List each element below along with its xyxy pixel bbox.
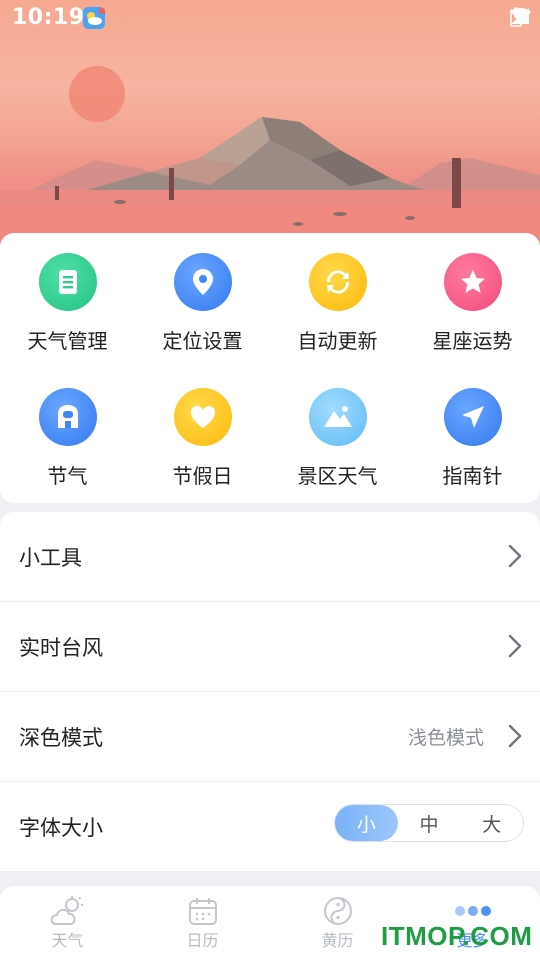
weather-app-icon: [83, 7, 105, 29]
chevron-right-icon: [508, 724, 522, 748]
font-size-small-option[interactable]: 小: [335, 805, 398, 841]
nav-label: 天气: [51, 931, 84, 950]
feature-label: 节气: [47, 464, 88, 488]
status-time: 10:19: [12, 5, 85, 30]
solar-term-icon: [38, 388, 97, 446]
feature-scenic-weather[interactable]: 景区天气: [270, 368, 405, 498]
star-icon: [443, 253, 502, 311]
settings-row-dark-mode[interactable]: 深色模式 浅色模式: [0, 692, 540, 782]
dark-mode-value: 浅色模式: [407, 727, 484, 749]
feature-label: 定位设置: [162, 329, 243, 353]
compass-arrow-icon: [443, 388, 502, 446]
feature-label: 指南针: [442, 464, 503, 488]
refresh-icon: [308, 253, 367, 311]
watermark: ITMOP.COM: [381, 921, 533, 951]
row-title: 字体大小: [19, 815, 103, 840]
settings-row-tools[interactable]: 小工具: [0, 512, 540, 602]
location-pin-icon: [173, 253, 232, 311]
chevron-right-icon: [508, 634, 522, 658]
calendar-icon: [188, 896, 218, 926]
list-doc-icon: [38, 253, 97, 311]
landscape-illustration: [0, 66, 540, 250]
feature-label: 景区天气: [297, 464, 378, 488]
font-size-selector: 小 中 大: [334, 804, 524, 842]
font-size-large-option[interactable]: 大: [460, 805, 523, 841]
mountain-icon: [308, 388, 367, 446]
heart-icon: [173, 388, 232, 446]
feature-label: 星座运势: [432, 329, 513, 353]
nav-label: 日历: [186, 931, 219, 950]
feature-holidays[interactable]: 节假日: [135, 368, 270, 498]
battery-icon: [510, 7, 522, 27]
row-title: 小工具: [19, 545, 82, 570]
feature-label: 节假日: [172, 464, 233, 488]
cloud-sun-icon: [48, 896, 88, 926]
row-title: 实时台风: [19, 635, 103, 660]
settings-list: 小工具 实时台风 深色模式 浅色模式 字体大小 小 中 大: [0, 512, 540, 872]
feature-auto-update[interactable]: 自动更新: [270, 233, 405, 363]
settings-row-typhoon[interactable]: 实时台风: [0, 602, 540, 692]
feature-horoscope[interactable]: 星座运势: [405, 233, 540, 363]
feature-location-settings[interactable]: 定位设置: [135, 233, 270, 363]
nav-label: 黄历: [321, 931, 354, 950]
feature-grid: 天气管理 定位设置 自动更新 星座运势 节气 节假日 景区天气 指南针: [0, 233, 540, 503]
settings-row-font-size: 字体大小 小 中 大: [0, 782, 540, 872]
feature-label: 自动更新: [297, 329, 378, 353]
nav-tab-calendar[interactable]: 日历: [135, 886, 270, 960]
header-landscape: 10:19: [0, 0, 540, 250]
feature-solar-terms[interactable]: 节气: [0, 368, 135, 498]
row-title: 深色模式: [19, 725, 103, 750]
status-bar: 10:19: [0, 0, 540, 36]
feature-weather-management[interactable]: 天气管理: [0, 233, 135, 363]
feature-compass[interactable]: 指南针: [405, 368, 540, 498]
feature-label: 天气管理: [27, 329, 108, 353]
nav-tab-weather[interactable]: 天气: [0, 886, 135, 960]
font-size-medium-option[interactable]: 中: [398, 805, 461, 841]
yin-yang-icon: [323, 896, 353, 926]
chevron-right-icon: [508, 544, 522, 568]
